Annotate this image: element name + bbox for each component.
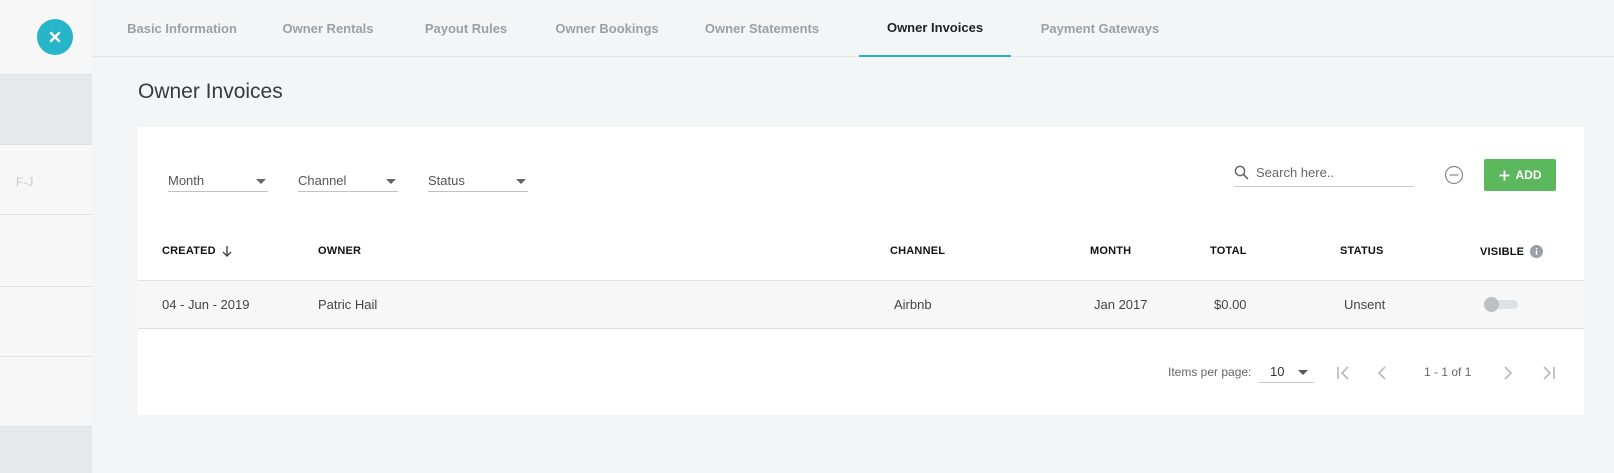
column-header-label: STATUS (1340, 245, 1384, 257)
close-button[interactable] (37, 19, 73, 55)
rail-row[interactable] (0, 427, 92, 473)
status-filter-label: Status (428, 173, 465, 188)
collapse-button[interactable] (1444, 165, 1464, 185)
close-icon (49, 31, 61, 43)
rail-row[interactable] (0, 215, 92, 287)
invoices-card: Month Channel Status ADD CREATED O (138, 127, 1584, 415)
tab-label: Owner Bookings (555, 21, 659, 36)
page-range: 1 - 1 of 1 (1424, 365, 1472, 379)
tab-basic-information[interactable]: Basic Information (122, 0, 242, 57)
channel-filter[interactable]: Channel (298, 170, 398, 192)
previous-page-button[interactable] (1372, 363, 1392, 383)
tab-payout-rules[interactable]: Payout Rules (420, 0, 512, 57)
chevron-down-icon (386, 179, 396, 184)
rail-label: F-J (16, 175, 34, 189)
rail-row[interactable] (0, 145, 92, 215)
tab-label: Payout Rules (424, 21, 508, 36)
column-header-label: CREATED (162, 245, 216, 257)
plus-icon (1499, 170, 1509, 180)
column-header-label: OWNER (318, 245, 362, 257)
tab-label: Owner Invoices (886, 20, 984, 35)
tab-owner-rentals[interactable]: Owner Rentals (278, 0, 378, 57)
last-page-button[interactable] (1538, 363, 1558, 383)
chevron-down-icon (256, 179, 266, 184)
items-per-page-value: 10 (1270, 364, 1285, 379)
chevron-down-icon (1298, 370, 1308, 375)
add-button[interactable]: ADD (1484, 159, 1556, 191)
arrow-down-icon (222, 246, 232, 257)
channel-filter-label: Channel (298, 173, 347, 188)
rail-row[interactable] (0, 75, 92, 145)
tab-label: Owner Rentals (282, 21, 374, 36)
month-filter-label: Month (168, 173, 205, 188)
column-header-label: CHANNEL (890, 245, 946, 257)
cell-month: Jan 2017 (1094, 297, 1148, 312)
rail-row[interactable] (0, 287, 92, 357)
tab-label: Owner Statements (704, 21, 820, 36)
minus-circle-icon (1444, 165, 1464, 185)
column-header-label: VISIBLE (1480, 245, 1525, 258)
visible-toggle[interactable] (1484, 297, 1518, 312)
cell-channel: Airbnb (894, 297, 932, 312)
tab-owner-bookings[interactable]: Owner Bookings (550, 0, 664, 57)
tab-label: Basic Information (127, 21, 237, 36)
tab-owner-invoices[interactable]: Owner Invoices (859, 0, 1011, 57)
cell-total: $0.00 (1214, 297, 1247, 312)
search-input[interactable] (1256, 161, 1406, 183)
search-box (1234, 159, 1414, 187)
column-header-label: TOTAL (1210, 245, 1247, 257)
chevron-down-icon (516, 179, 526, 184)
tab-owner-statements[interactable]: Owner Statements (700, 0, 824, 57)
items-per-page-select[interactable]: 10 (1258, 359, 1314, 383)
rail-row[interactable] (0, 357, 92, 427)
items-per-page-label: Items per page: (1168, 365, 1252, 379)
last-page-icon (1543, 366, 1555, 380)
column-header-visible[interactable]: VISIBLE (1480, 245, 1544, 258)
cell-owner: Patric Hail (318, 297, 378, 312)
month-filter[interactable]: Month (168, 170, 268, 192)
left-rail: F-J (0, 0, 92, 473)
column-header-created[interactable]: CREATED (162, 245, 232, 257)
toggle-knob (1484, 297, 1499, 312)
add-button-label: ADD (1515, 168, 1542, 182)
chevron-right-icon (1504, 366, 1513, 380)
cell-created: 04 - Jun - 2019 (162, 297, 250, 312)
column-header-label: MONTH (1090, 245, 1132, 257)
page-title: Owner Invoices (138, 80, 283, 103)
search-icon (1234, 165, 1249, 180)
column-header-owner[interactable]: OWNER (318, 245, 361, 257)
table-row[interactable]: 04 - Jun - 2019 Patric Hail Airbnb Jan 2… (138, 281, 1584, 329)
tab-payment-gateways[interactable]: Payment Gateways (1032, 0, 1168, 57)
tab-label: Payment Gateways (1040, 21, 1160, 36)
status-filter[interactable]: Status (428, 170, 528, 192)
column-header-channel[interactable]: CHANNEL (890, 245, 945, 257)
column-header-total[interactable]: TOTAL (1210, 245, 1247, 257)
cell-status: Unsent (1344, 297, 1386, 312)
info-icon[interactable] (1530, 245, 1544, 258)
first-page-button[interactable] (1334, 363, 1354, 383)
column-header-status[interactable]: STATUS (1340, 245, 1384, 257)
next-page-button[interactable] (1498, 363, 1518, 383)
column-header-month[interactable]: MONTH (1090, 245, 1131, 257)
chevron-left-icon (1377, 366, 1386, 380)
first-page-icon (1337, 366, 1349, 380)
tab-bar: Basic Information Owner Rentals Payout R… (92, 0, 1614, 57)
